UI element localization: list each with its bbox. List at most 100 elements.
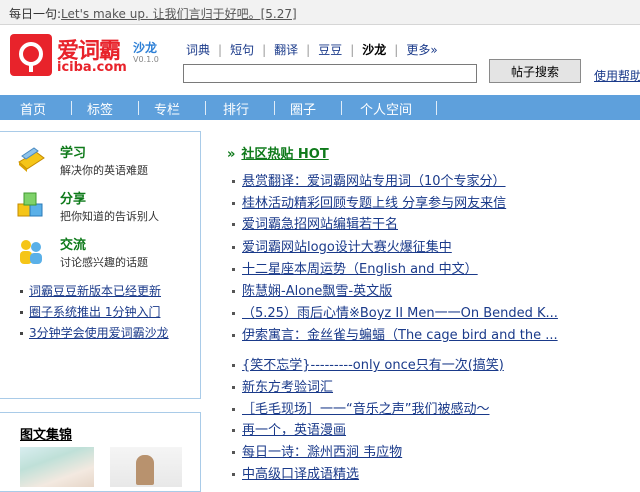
category-desc: 解决你的英语难题 bbox=[60, 164, 148, 177]
product-nav: 词典 | 短句 | 翻译 | 豆豆 | 沙龙 | 更多» bbox=[186, 41, 438, 58]
gallery-thumbnail[interactable] bbox=[20, 447, 94, 487]
category-communicate[interactable]: 交流 讨论感兴趣的话题 bbox=[16, 234, 196, 274]
nav-separator: | bbox=[350, 43, 355, 57]
post-link[interactable]: 每日一诗：滁州西涧 韦应物 bbox=[242, 445, 402, 460]
sidebar-link-item: 3分钟学会使用爱词霸沙龙 bbox=[20, 324, 169, 341]
logo-domain: iciba.com bbox=[57, 60, 127, 75]
post-item: 中高级口译成语精选 bbox=[232, 463, 359, 482]
nav-link-translate[interactable]: 翻译 bbox=[274, 43, 298, 57]
bullet-icon bbox=[232, 268, 235, 271]
post-item: 十二星座本周运势（English and 中文） bbox=[232, 258, 478, 277]
category-desc: 把你知道的告诉别人 bbox=[60, 210, 159, 223]
main-nav-columns[interactable]: 专栏 bbox=[154, 99, 180, 118]
bullet-icon bbox=[232, 364, 235, 367]
daily-sentence: 每日一句:Let's make up. 让我们言归于好吧。[5.27] bbox=[9, 5, 297, 22]
main-nav-circles[interactable]: 圈子 bbox=[290, 99, 316, 118]
sidebar-link-item: 圈子系统推出 1分钟入门 bbox=[20, 303, 160, 320]
category-title: 分享 bbox=[60, 192, 87, 207]
nav-link-salon[interactable]: 沙龙 bbox=[362, 43, 386, 57]
hot-posts-title[interactable]: 社区热贴 HOT bbox=[241, 147, 328, 162]
main-nav-bar: 首页 标签 专栏 排行 圈子 个人空间 bbox=[0, 95, 640, 120]
bullet-icon bbox=[20, 290, 23, 293]
post-search-button[interactable]: 帖子搜索 bbox=[489, 59, 581, 83]
bullet-icon bbox=[232, 334, 235, 337]
pencil-book-icon bbox=[18, 147, 45, 172]
bullet-icon bbox=[232, 202, 235, 205]
gallery-title[interactable]: 图文集锦 bbox=[20, 424, 72, 443]
bullet-icon bbox=[232, 312, 235, 315]
post-item: 桂林活动精彩回顾专题上线 分享参与网友来信 bbox=[232, 192, 506, 211]
main-nav-personal-space[interactable]: 个人空间 bbox=[360, 99, 412, 118]
logo-sub: 沙龙 bbox=[133, 41, 158, 55]
bullet-icon bbox=[20, 332, 23, 335]
search-input[interactable] bbox=[183, 64, 477, 83]
category-learn[interactable]: 学习 解决你的英语难题 bbox=[16, 142, 196, 182]
sidebar-link-circle-intro[interactable]: 圈子系统推出 1分钟入门 bbox=[29, 305, 160, 319]
bullet-icon bbox=[232, 473, 235, 476]
post-link[interactable]: 再一个，英语漫画 bbox=[242, 423, 346, 438]
post-link[interactable]: 爱词霸网站logo设计大赛火爆征集中 bbox=[242, 240, 452, 255]
post-item: 新东方考验词汇 bbox=[232, 376, 333, 395]
bullet-icon bbox=[232, 290, 235, 293]
bullet-icon bbox=[232, 223, 235, 226]
main-nav-divider bbox=[138, 101, 139, 115]
post-item: （5.25）雨后心情※Boyz II Men一一On Bended K... bbox=[232, 302, 558, 321]
bullet-icon bbox=[232, 451, 235, 454]
post-item: {笑不忘学}---------only once只有一次(搞笑) bbox=[232, 354, 504, 373]
main-nav-rankings[interactable]: 排行 bbox=[223, 99, 249, 118]
nav-separator: | bbox=[394, 43, 399, 57]
post-item: 再一个，英语漫画 bbox=[232, 419, 346, 438]
cubes-icon bbox=[17, 192, 43, 217]
sidebar: 学习 解决你的英语难题 分享 把你知道的告诉别人 交流 讨论感兴趣的话题 词霸豆… bbox=[0, 131, 201, 399]
logo-version: V0.1.0 bbox=[133, 55, 159, 64]
double-chevron-icon: » bbox=[227, 147, 236, 162]
bullet-icon bbox=[232, 429, 235, 432]
post-link[interactable]: 伊索寓言：金丝雀与蝙蝠（The cage bird and the ... bbox=[242, 328, 558, 343]
nav-link-more[interactable]: 更多» bbox=[406, 43, 437, 57]
daily-sentence-bar: 每日一句:Let's make up. 让我们言归于好吧。[5.27] bbox=[0, 0, 640, 25]
post-link[interactable]: 爱词霸急招网站编辑若干名 bbox=[242, 217, 398, 232]
bullet-icon bbox=[232, 386, 235, 389]
post-link[interactable]: ［毛毛现场］一一“音乐之声”我们被感动～ bbox=[242, 402, 489, 417]
main-nav-divider bbox=[341, 101, 342, 115]
main-nav-divider bbox=[205, 101, 206, 115]
category-desc: 讨论感兴趣的话题 bbox=[60, 256, 148, 269]
people-icon bbox=[20, 240, 42, 264]
post-link[interactable]: 新东方考验词汇 bbox=[242, 380, 333, 395]
gallery-thumbnail[interactable] bbox=[110, 447, 182, 487]
post-link[interactable]: 十二星座本周运势（English and 中文） bbox=[242, 262, 478, 277]
sidebar-link-item: 词霸豆豆新版本已经更新 bbox=[20, 282, 161, 299]
nav-link-sentences[interactable]: 短句 bbox=[230, 43, 254, 57]
post-item: 悬赏翻译：爱词霸网站专用词（10个专家分） bbox=[232, 170, 506, 189]
post-item: 伊索寓言：金丝雀与蝙蝠（The cage bird and the ... bbox=[232, 324, 558, 343]
main-nav-home[interactable]: 首页 bbox=[20, 99, 46, 118]
nav-separator: | bbox=[262, 43, 267, 57]
gallery-panel: 图文集锦 bbox=[0, 412, 201, 492]
bullet-icon bbox=[232, 246, 235, 249]
logo-mark-icon bbox=[10, 34, 52, 76]
post-link[interactable]: 桂林活动精彩回顾专题上线 分享参与网友来信 bbox=[242, 196, 506, 211]
daily-sentence-link[interactable]: Let's make up. 让我们言归于好吧。[5.27] bbox=[61, 7, 297, 21]
nav-separator: | bbox=[218, 43, 223, 57]
nav-separator: | bbox=[306, 43, 311, 57]
post-item: ［毛毛现场］一一“音乐之声”我们被感动～ bbox=[232, 398, 489, 417]
sidebar-link-salon-guide[interactable]: 3分钟学会使用爱词霸沙龙 bbox=[29, 326, 169, 340]
category-share[interactable]: 分享 把你知道的告诉别人 bbox=[16, 188, 196, 228]
post-link[interactable]: 陈慧娴-Alone飘雪-英文版 bbox=[242, 284, 392, 299]
category-title: 交流 bbox=[60, 238, 87, 253]
post-item: 爱词霸急招网站编辑若干名 bbox=[232, 213, 398, 232]
nav-link-dictionary[interactable]: 词典 bbox=[186, 43, 210, 57]
nav-link-doudou[interactable]: 豆豆 bbox=[318, 43, 342, 57]
post-link[interactable]: {笑不忘学}---------only once只有一次(搞笑) bbox=[242, 358, 504, 373]
post-item: 每日一诗：滁州西涧 韦应物 bbox=[232, 441, 402, 460]
sidebar-link-doudou-update[interactable]: 词霸豆豆新版本已经更新 bbox=[29, 284, 161, 298]
bullet-icon bbox=[232, 180, 235, 183]
iciba-logo[interactable]: 爱词霸 沙龙 V0.1.0 iciba.com bbox=[10, 33, 170, 77]
post-link[interactable]: （5.25）雨后心情※Boyz II Men一一On Bended K... bbox=[242, 306, 558, 321]
post-item: 陈慧娴-Alone飘雪-英文版 bbox=[232, 280, 392, 299]
main-nav-tags[interactable]: 标签 bbox=[87, 99, 113, 118]
daily-sentence-prefix: 每日一句: bbox=[9, 7, 62, 21]
help-link[interactable]: 使用帮助 bbox=[594, 67, 640, 84]
post-link[interactable]: 悬赏翻译：爱词霸网站专用词（10个专家分） bbox=[242, 174, 506, 189]
main-nav-divider bbox=[274, 101, 275, 115]
